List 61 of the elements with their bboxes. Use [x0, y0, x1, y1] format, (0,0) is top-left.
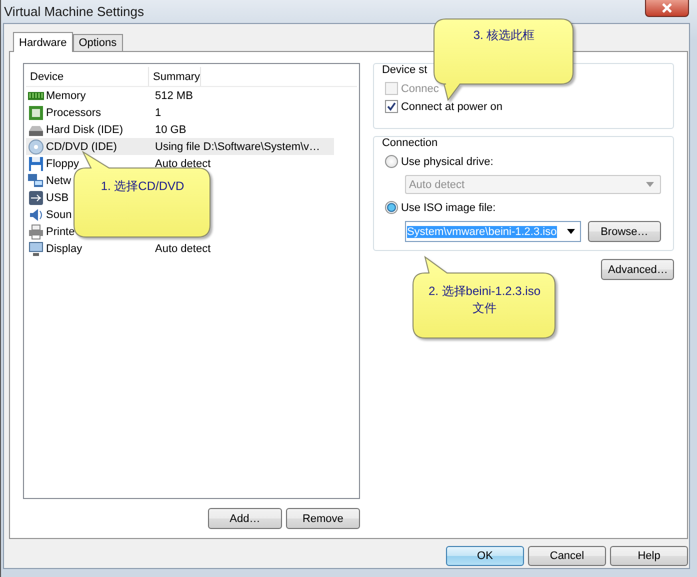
device-summary: Auto detect — [155, 242, 211, 254]
monitor-icon — [28, 240, 44, 256]
device-name: Memory — [46, 90, 86, 102]
column-header[interactable]: Summary — [149, 67, 202, 86]
checkbox-label: Connect at power on — [400, 100, 502, 112]
device-summary: 10 GB — [155, 124, 186, 136]
tab[interactable]: Hardware — [13, 32, 73, 52]
disc-icon — [28, 138, 44, 154]
speaker-icon — [28, 206, 44, 222]
network-icon — [28, 172, 44, 188]
device-name: Netw — [46, 174, 72, 186]
ok-button[interactable]: OK — [446, 546, 524, 566]
window-title: Virtual Machine Settings — [4, 4, 144, 18]
group-title: Connection — [380, 137, 439, 149]
device-name: CD/DVD (IDE) — [46, 140, 117, 152]
close-button[interactable] — [645, 0, 689, 17]
help-button[interactable]: Help — [610, 546, 688, 566]
browse-button[interactable]: Browse… — [588, 221, 661, 242]
caret-icon — [566, 229, 575, 234]
usb-icon — [28, 190, 44, 206]
advanced-button[interactable]: Advanced… — [601, 259, 674, 280]
checkbox[interactable] — [384, 100, 398, 113]
radio-label: Use ISO image file: — [400, 202, 496, 214]
radio-label: Use physical drive: — [400, 156, 494, 168]
device-row[interactable]: Display Auto detect — [26, 240, 334, 257]
device-row[interactable]: CD/DVD (IDE) Using file D:\Software\System\v… — [26, 138, 334, 155]
callout-text: 2. 选择beini-1.2.3.iso文件 — [427, 283, 542, 317]
device-name: Display — [46, 242, 82, 254]
device-name: Processors — [46, 106, 102, 118]
group-title: Device st — [380, 64, 428, 76]
floppy-icon — [28, 156, 44, 172]
tab[interactable]: Options — [72, 34, 123, 51]
device-row[interactable]: Processors 1 — [26, 104, 334, 121]
add-button[interactable]: Add… — [208, 508, 282, 529]
callout-text: 3. 核选此框 — [472, 27, 536, 44]
remove-button[interactable]: Remove — [286, 508, 360, 529]
device-row[interactable]: Printe — [26, 223, 75, 240]
device-summary: 512 MB — [155, 90, 193, 102]
device-summary: Using file D:\Software\System\v… — [155, 140, 320, 152]
cancel-button[interactable]: Cancel — [528, 546, 606, 566]
column-header[interactable]: Device — [26, 67, 149, 86]
device-summary: Auto detect — [155, 158, 211, 170]
device-row[interactable]: Floppy Auto detect — [26, 155, 334, 172]
callout-text: 1. 选择CD/DVD — [100, 178, 186, 195]
device-name: USB — [46, 192, 69, 204]
device-summary: 1 — [155, 106, 162, 118]
device-row[interactable]: Memory 512 MB — [26, 87, 334, 104]
device-name: Hard Disk (IDE) — [46, 124, 124, 136]
printer-icon — [28, 224, 44, 240]
radio-button[interactable] — [384, 201, 398, 214]
device-name: Floppy — [46, 158, 80, 170]
checkbox-label: Connec — [400, 82, 439, 94]
device-row[interactable]: Soun — [26, 206, 72, 223]
device-row[interactable]: USB — [26, 189, 69, 206]
device-name: Printe — [46, 226, 75, 238]
device-row[interactable]: Hard Disk (IDE) 10 GB — [26, 121, 334, 138]
close-icon — [661, 3, 673, 13]
caret-icon — [646, 182, 654, 187]
device-row[interactable]: Netw — [26, 172, 72, 189]
chip-icon — [28, 104, 44, 120]
device-name: Soun — [46, 208, 72, 220]
